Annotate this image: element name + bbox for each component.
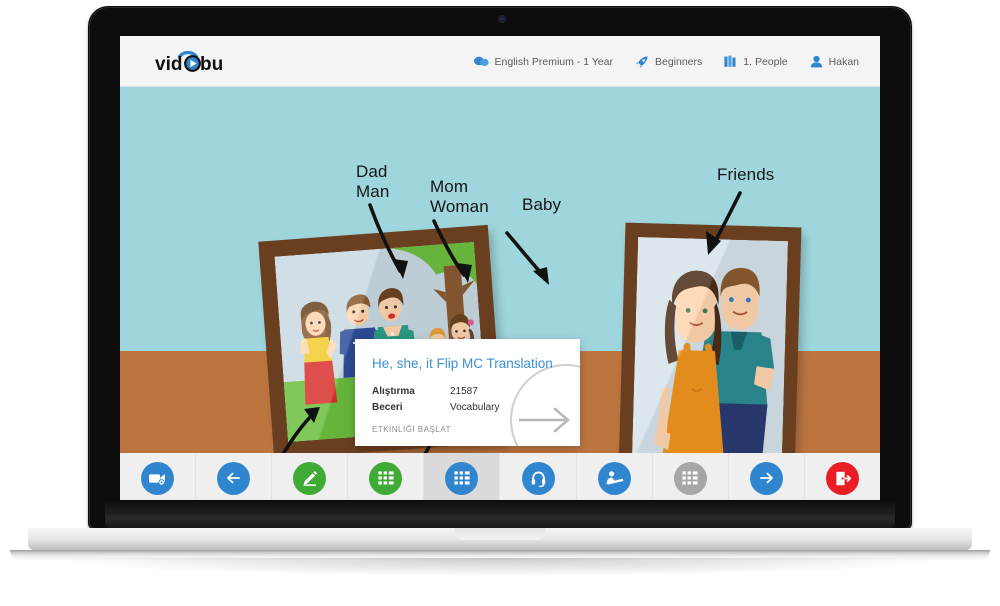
- activity-row-key: Beceri: [372, 402, 403, 413]
- books-icon: [724, 55, 737, 68]
- vidobu-logo[interactable]: vid bu: [155, 47, 233, 75]
- toolbar-item-grid-green[interactable]: [348, 453, 425, 503]
- user-icon: [810, 55, 823, 68]
- nav-item-level-label: Beginners: [654, 55, 703, 68]
- reading-person-icon: [597, 461, 631, 495]
- nav-item-user-label: Hakan: [828, 55, 859, 68]
- activity-row-value: 21587: [450, 385, 478, 397]
- activity-row-key: Alıştırma: [372, 385, 415, 397]
- svg-text:bu: bu: [200, 54, 223, 75]
- screen: vid bu English Premium - 1 Year Beginner…: [120, 36, 880, 504]
- pencil-icon: [293, 461, 327, 495]
- activity-row-value: Vocabulary: [450, 402, 500, 413]
- toolbar-item-video-settings[interactable]: [120, 453, 197, 503]
- webcam-icon: [498, 15, 506, 23]
- headphones-icon: [521, 461, 555, 495]
- activity-card-row: Beceri Vocabulary: [372, 400, 563, 416]
- toolbar-item-grid-blue[interactable]: [424, 453, 501, 503]
- toolbar-item-next[interactable]: [729, 453, 805, 503]
- bottom-toolbar: [120, 453, 880, 503]
- nav-item-level[interactable]: Beginners: [624, 36, 713, 87]
- friends-photo-frame[interactable]: [618, 222, 802, 453]
- nav-item-subscription-label: English Premium - 1 Year: [494, 55, 613, 68]
- nav-item-unit-label: 1. People: [743, 55, 788, 68]
- speech-bubbles-icon: [473, 56, 489, 67]
- grid-icon: [673, 461, 707, 495]
- header-nav: English Premium - 1 Year Beginners 1. Pe…: [463, 36, 871, 87]
- laptop-base-notch: [455, 528, 545, 540]
- activity-card-row: Alıştırma 21587: [372, 384, 563, 400]
- lesson-scene: Dad Man Mom Woman Baby Friends Sister Br…: [120, 87, 880, 453]
- nav-item-subscription[interactable]: English Premium - 1 Year: [463, 36, 624, 87]
- arrow-right-icon: [749, 461, 783, 495]
- video-camera-gear-icon: [141, 461, 175, 495]
- grid-icon: [369, 461, 403, 495]
- friends-photo: [631, 236, 789, 453]
- rocket-icon: [635, 55, 649, 69]
- svg-text:vid: vid: [155, 54, 182, 75]
- toolbar-item-grid-gray[interactable]: [653, 453, 729, 503]
- scene-label-dad: Dad Man: [356, 162, 390, 201]
- toolbar-item-write-exercise[interactable]: [272, 453, 349, 503]
- start-activity-link[interactable]: ETKİNLİĞİ BAŞLAT: [372, 425, 563, 434]
- scene-label-friends: Friends: [717, 165, 775, 184]
- toolbar-item-listening[interactable]: [500, 453, 577, 503]
- toolbar-item-previous[interactable]: [196, 453, 273, 503]
- activity-card-title: He, she, it Flip MC Translation: [372, 356, 553, 371]
- toolbar-item-reading[interactable]: [577, 453, 653, 503]
- nav-item-user[interactable]: Hakan: [799, 36, 870, 87]
- toolbar-item-exit[interactable]: [805, 453, 880, 503]
- exit-door-icon: [825, 461, 859, 495]
- grid-icon: [445, 461, 479, 495]
- laptop-mockup: vid bu English Premium - 1 Year Beginner…: [0, 0, 1000, 606]
- laptop-shadow: [60, 558, 940, 576]
- arrow-left-icon: [217, 461, 251, 495]
- app-header: vid bu English Premium - 1 Year Beginner…: [120, 36, 880, 87]
- scene-label-mom: Mom Woman: [430, 177, 489, 216]
- activity-card[interactable]: He, she, it Flip MC Translation Alıştırm…: [355, 339, 580, 447]
- laptop-hinge: [105, 500, 895, 530]
- scene-label-baby: Baby: [522, 195, 562, 214]
- nav-item-unit[interactable]: 1. People: [713, 36, 798, 87]
